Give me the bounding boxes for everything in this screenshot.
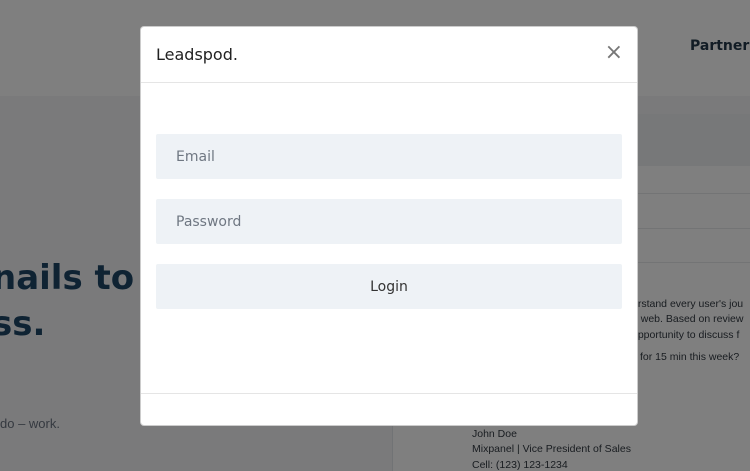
login-button[interactable]: Login	[156, 264, 622, 309]
password-field[interactable]	[156, 199, 622, 244]
modal-header: Leadspod. ×	[141, 27, 637, 83]
close-icon[interactable]: ×	[605, 42, 623, 64]
login-modal: Leadspod. × Login	[140, 26, 638, 426]
email-field[interactable]	[156, 134, 622, 179]
modal-footer-divider	[141, 393, 637, 394]
modal-title: Leadspod.	[156, 45, 238, 64]
